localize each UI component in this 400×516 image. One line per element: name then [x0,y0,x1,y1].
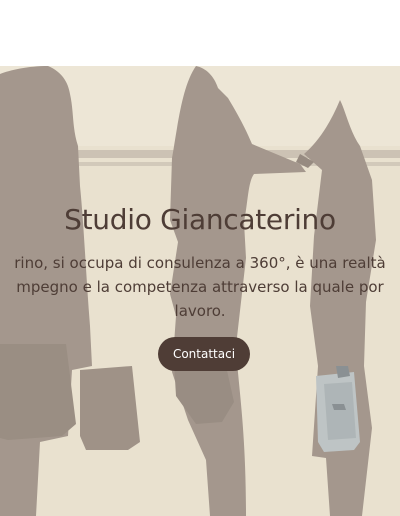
page: Studio Giancaterino rino, si occupa di c… [0,0,400,516]
hero-title: Studio Giancaterino [64,203,336,236]
hero-subtitle: rino, si occupa di consulenza a 360°, è … [0,251,400,323]
hero-section: Studio Giancaterino rino, si occupa di c… [0,66,400,516]
hero-subtitle-line: rino, si occupa di consulenza a 360°, è … [14,254,386,272]
hero-content: Studio Giancaterino rino, si occupa di c… [0,66,400,516]
hero-subtitle-line: lavoro. [174,302,226,320]
hero-subtitle-line: mpegno e la competenza attraverso la qua… [16,278,384,296]
contact-button[interactable]: Contattaci [158,337,250,371]
